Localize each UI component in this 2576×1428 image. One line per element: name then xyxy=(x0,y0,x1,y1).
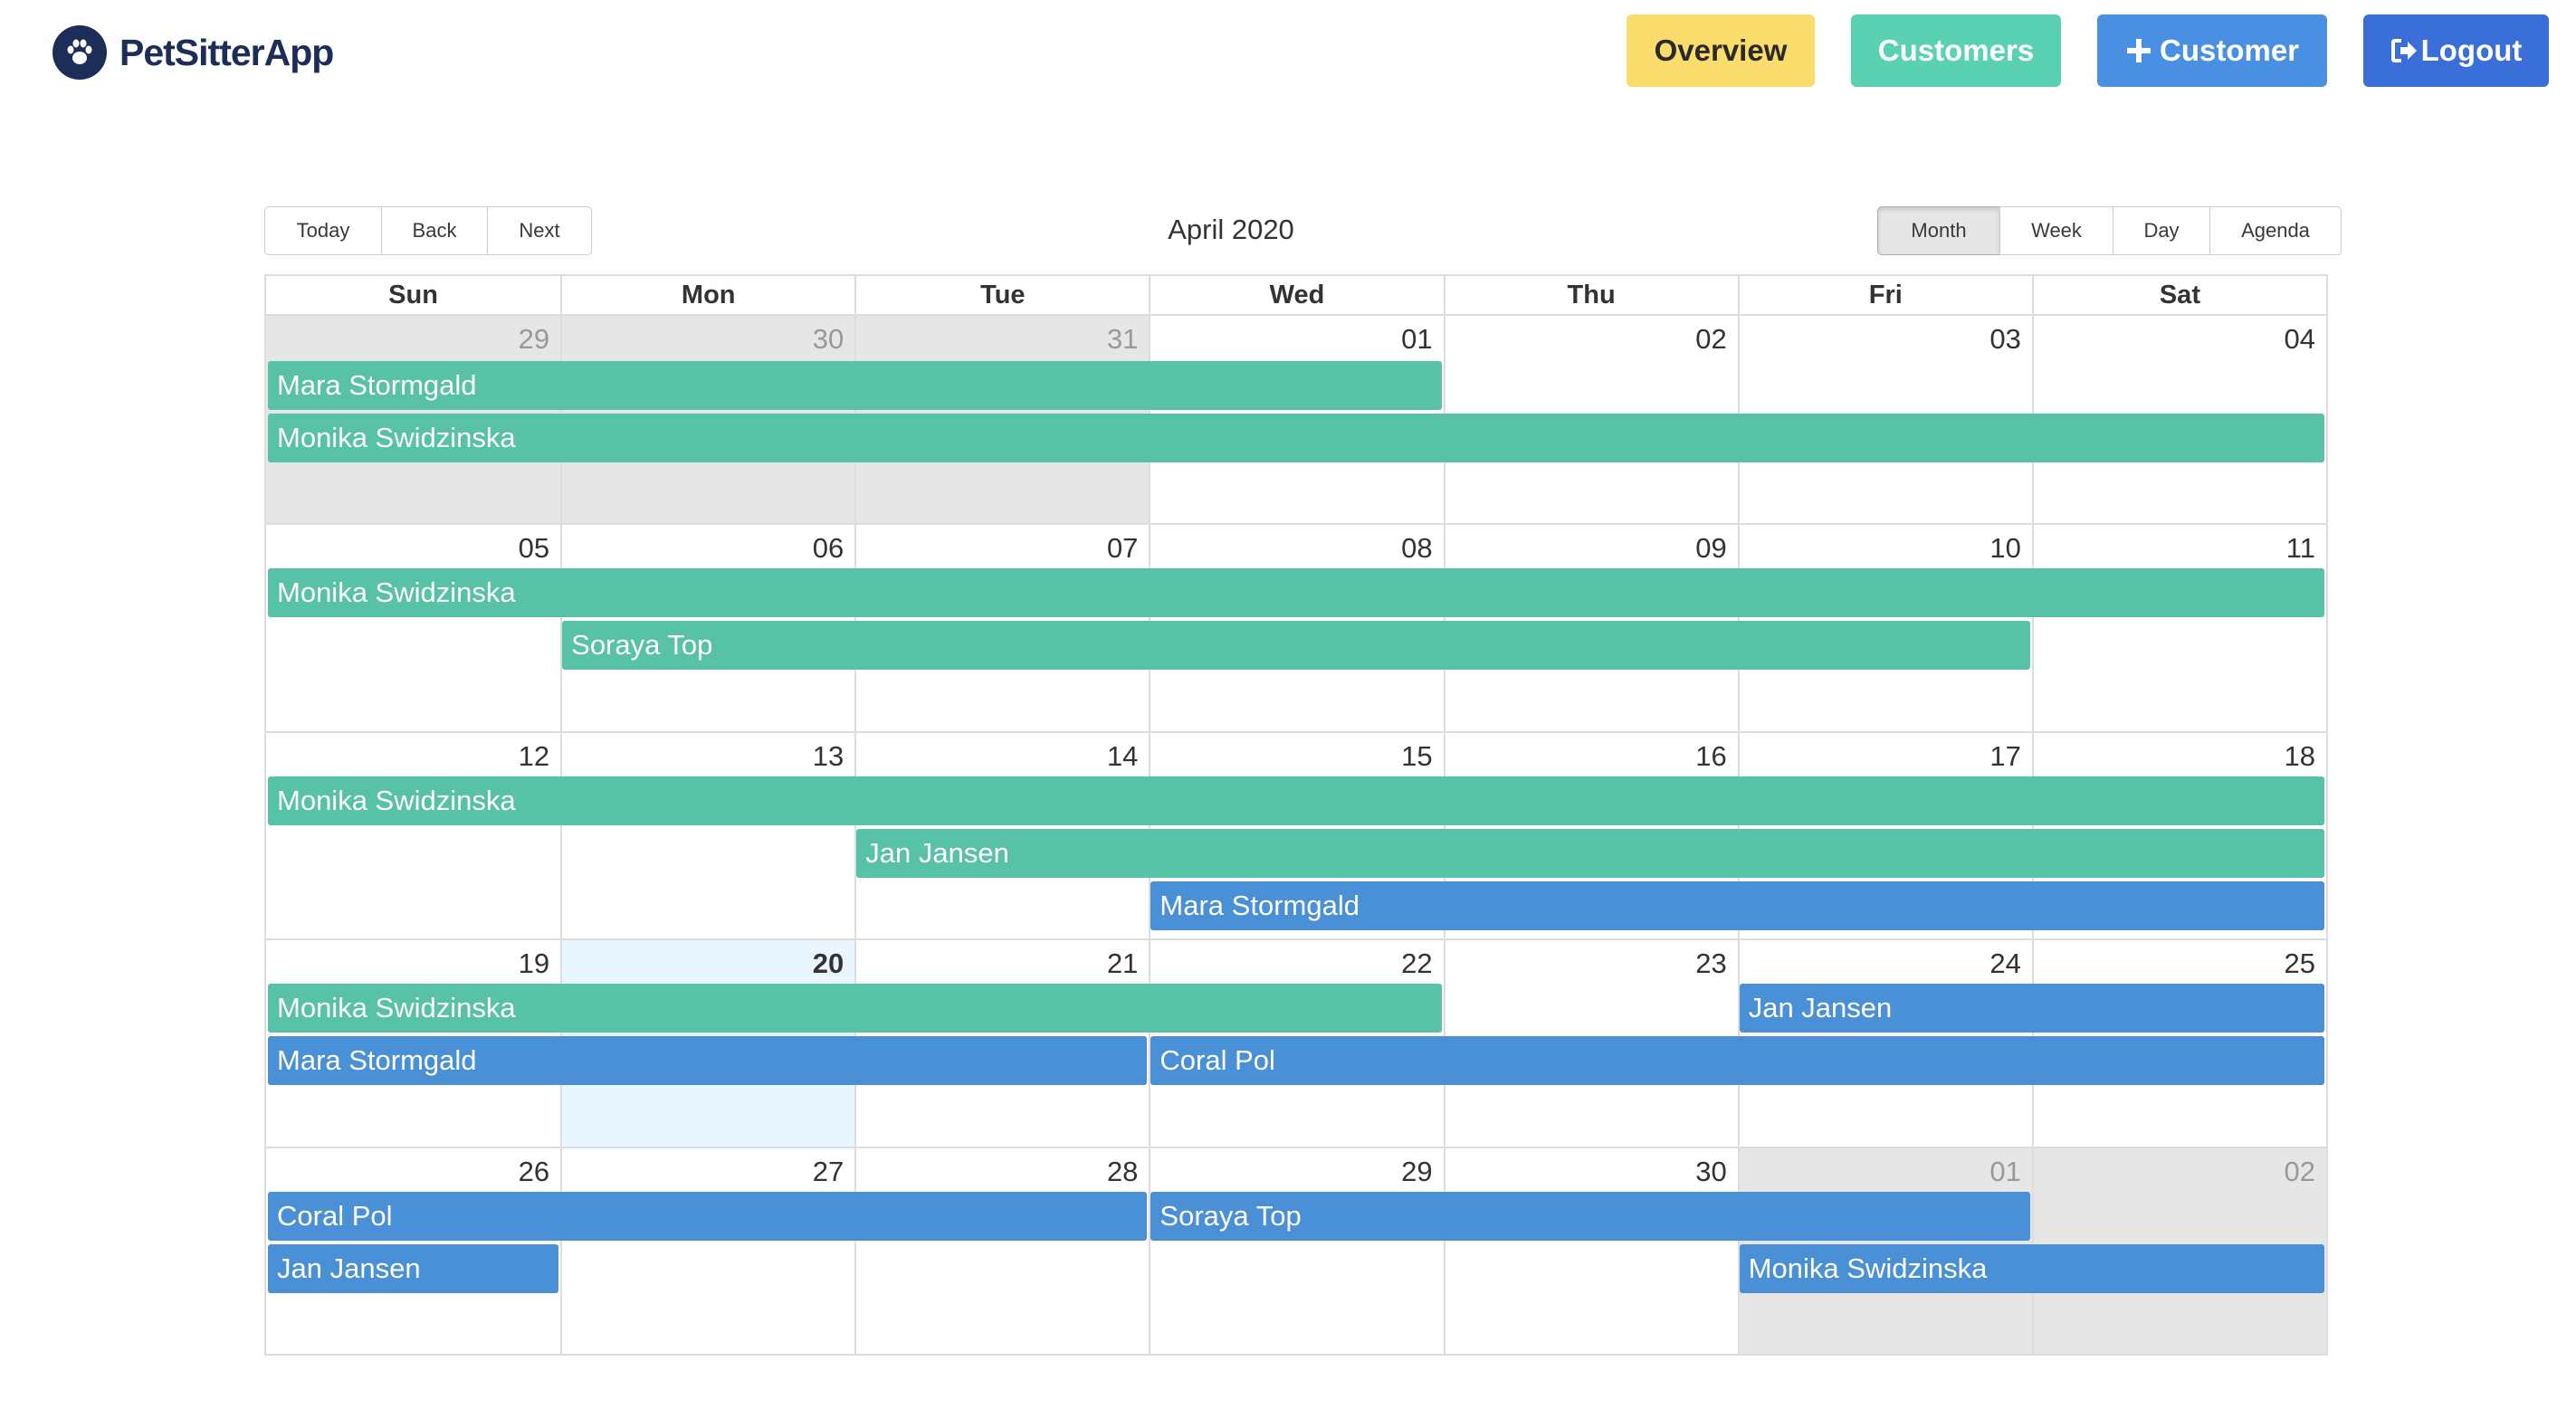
day-number[interactable]: 30 xyxy=(1695,1156,1726,1188)
customers-label: Customers xyxy=(1877,33,2035,67)
booking-event[interactable]: Jan Jansen xyxy=(856,828,2324,878)
view-month-button[interactable]: Month xyxy=(1877,206,2000,255)
booking-event[interactable]: Monika Swidzinska xyxy=(268,776,2324,825)
day-number[interactable]: 01 xyxy=(1401,323,1432,356)
app-logo[interactable]: PetSitterApp xyxy=(52,25,334,80)
view-day-button[interactable]: Day xyxy=(2113,206,2210,255)
day-number[interactable]: 20 xyxy=(813,947,844,980)
booking-event[interactable]: Monika Swidzinska xyxy=(268,984,1442,1033)
next-button[interactable]: Next xyxy=(487,206,592,255)
day-number[interactable]: 19 xyxy=(519,947,549,980)
day-number[interactable]: 02 xyxy=(1695,323,1726,356)
booking-event[interactable]: Coral Pol xyxy=(268,1191,1148,1241)
day-number[interactable]: 25 xyxy=(2285,947,2315,980)
customers-button[interactable]: Customers xyxy=(1851,14,2061,87)
view-week-button[interactable]: Week xyxy=(1999,206,2113,255)
view-agenda-button[interactable]: Agenda xyxy=(2209,206,2342,255)
day-number[interactable]: 02 xyxy=(2285,1156,2315,1188)
day-number[interactable]: 21 xyxy=(1107,947,1138,980)
month-calendar: Sun Mon Tue Wed Thu Fri Sat 29 30 31 01 02 03 04 05 06 0… xyxy=(264,274,2328,1356)
booking-event[interactable]: Mara Stormgald xyxy=(268,361,1442,410)
day-number[interactable]: 01 xyxy=(1989,1156,2020,1188)
day-number[interactable]: 24 xyxy=(1989,947,2020,980)
weekday-header-fri: Fri xyxy=(1737,276,2032,316)
booking-event[interactable]: Coral Pol xyxy=(1150,1036,2324,1086)
day-cell[interactable]: 12 xyxy=(266,730,561,938)
day-cell[interactable]: 28 xyxy=(854,1146,1150,1354)
booking-event[interactable]: Mara Stormgald xyxy=(268,1036,1148,1086)
day-number[interactable]: 23 xyxy=(1695,947,1726,980)
booking-event[interactable]: Monika Swidzinska xyxy=(1739,1243,2324,1293)
weekday-header-mon: Mon xyxy=(560,276,855,316)
day-number[interactable]: 30 xyxy=(813,323,844,356)
view-button-group: Month Week Day Agenda xyxy=(1877,206,2342,255)
day-number[interactable]: 28 xyxy=(1107,1156,1138,1188)
weekday-header-sat: Sat xyxy=(2031,276,2326,316)
weekday-header-wed: Wed xyxy=(1149,276,1444,316)
weekday-header-tue: Tue xyxy=(854,276,1150,316)
day-cell[interactable]: 30 xyxy=(1443,1146,1738,1354)
day-number[interactable]: 08 xyxy=(1401,532,1432,565)
day-number[interactable]: 29 xyxy=(1401,1156,1432,1188)
day-number[interactable]: 09 xyxy=(1695,532,1726,565)
app-name: PetSitterApp xyxy=(119,31,334,73)
day-cell[interactable]: 05 xyxy=(266,523,561,730)
booking-event[interactable]: Monika Swidzinska xyxy=(268,568,2324,618)
booking-event[interactable]: Jan Jansen xyxy=(268,1243,559,1293)
day-number[interactable]: 17 xyxy=(1989,740,2020,773)
day-number[interactable]: 26 xyxy=(519,1156,549,1188)
logout-button[interactable]: Logout xyxy=(2363,14,2549,87)
calendar-title: April 2020 xyxy=(1168,214,1294,245)
day-number[interactable]: 15 xyxy=(1401,740,1432,773)
day-cell[interactable]: 29 xyxy=(1149,1146,1444,1354)
overview-button[interactable]: Overview xyxy=(1627,14,1815,87)
day-number[interactable]: 10 xyxy=(1989,532,2020,565)
day-number[interactable]: 27 xyxy=(813,1156,844,1188)
day-number[interactable]: 14 xyxy=(1107,740,1138,773)
booking-event[interactable]: Soraya Top xyxy=(1150,1191,2030,1241)
day-cell[interactable]: 27 xyxy=(560,1146,855,1354)
weekday-header-thu: Thu xyxy=(1443,276,1738,316)
day-number[interactable]: 16 xyxy=(1695,740,1726,773)
day-number[interactable]: 31 xyxy=(1107,323,1138,356)
day-number[interactable]: 04 xyxy=(2285,323,2315,356)
booking-event[interactable]: Mara Stormgald xyxy=(1150,881,2324,930)
day-number[interactable]: 12 xyxy=(519,740,549,773)
sign-out-icon xyxy=(2390,37,2419,64)
day-number[interactable]: 18 xyxy=(2285,740,2315,773)
navigation-button-group: Today Back Next xyxy=(264,206,592,255)
day-number[interactable]: 05 xyxy=(519,532,549,565)
add-customer-label: Customer xyxy=(2159,33,2300,67)
day-cell[interactable]: 13 xyxy=(560,730,855,939)
booking-event[interactable]: Soraya Top xyxy=(562,621,2030,671)
add-customer-button[interactable]: Customer xyxy=(2097,14,2327,87)
day-number[interactable]: 13 xyxy=(813,740,844,773)
paw-icon xyxy=(52,25,107,80)
day-number[interactable]: 03 xyxy=(1989,323,2020,356)
day-cell[interactable]: 11 xyxy=(2031,523,2326,731)
day-number[interactable]: 06 xyxy=(813,532,844,565)
weekday-header-sun: Sun xyxy=(266,276,561,316)
today-button[interactable]: Today xyxy=(264,206,382,255)
day-number[interactable]: 11 xyxy=(2286,532,2315,565)
day-number[interactable]: 29 xyxy=(519,323,549,356)
overview-label: Overview xyxy=(1654,33,1788,67)
logout-label: Logout xyxy=(2420,33,2523,67)
day-number[interactable]: 22 xyxy=(1401,947,1432,980)
day-number[interactable]: 07 xyxy=(1107,532,1138,565)
plus-icon xyxy=(2125,37,2152,64)
booking-event[interactable]: Jan Jansen xyxy=(1739,984,2324,1033)
back-button[interactable]: Back xyxy=(381,206,488,255)
booking-event[interactable]: Monika Swidzinska xyxy=(268,414,2324,462)
